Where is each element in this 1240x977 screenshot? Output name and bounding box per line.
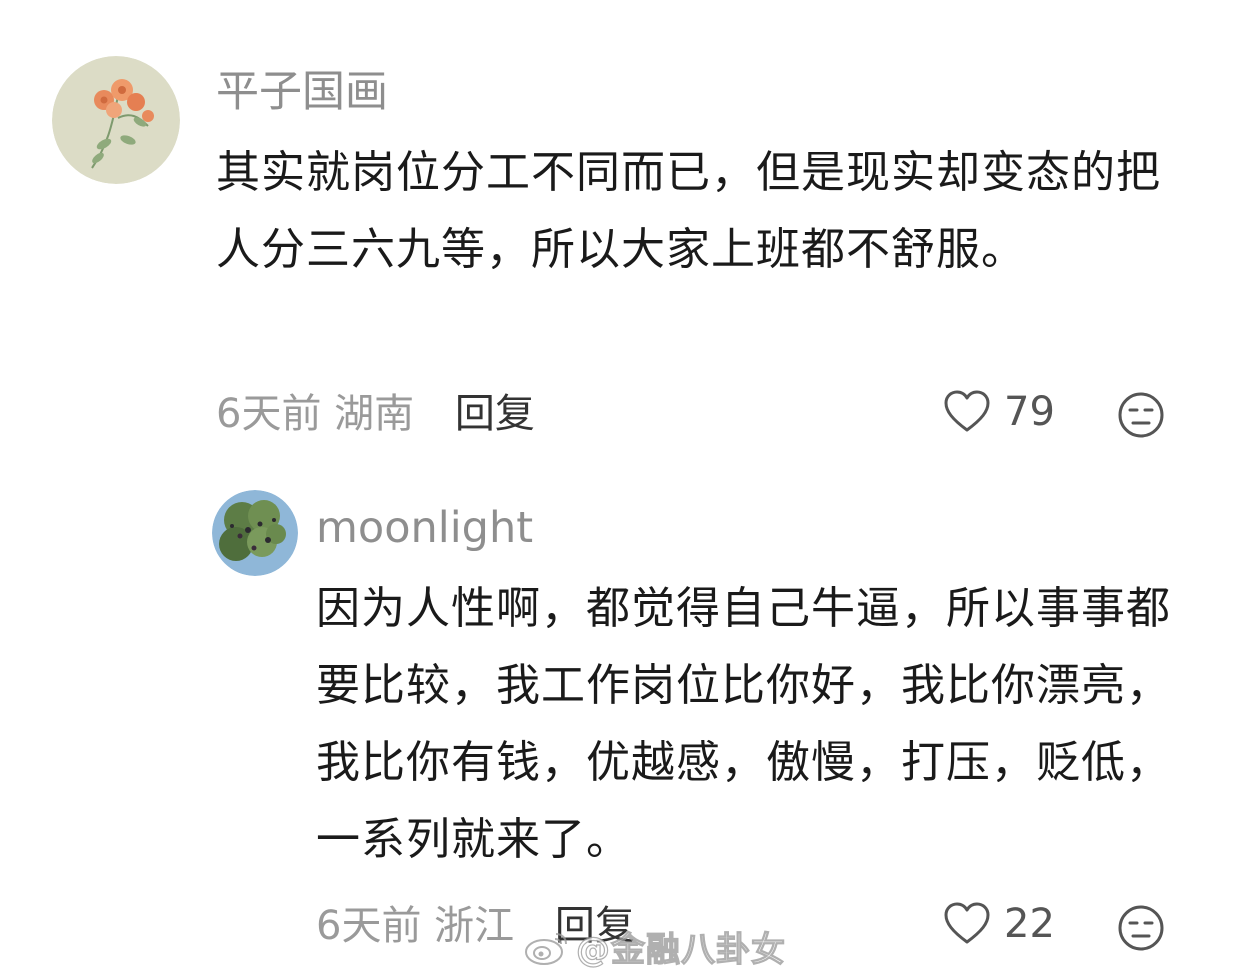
- dislike-button[interactable]: [1116, 390, 1166, 440]
- tree-photo-avatar: [212, 490, 298, 576]
- dislike-button[interactable]: [1116, 903, 1166, 953]
- comment-region: 浙江: [434, 903, 515, 949]
- neutral-face-icon: [1118, 905, 1164, 951]
- comment-meta: 6天前 湖南 回复: [216, 388, 535, 440]
- like-button[interactable]: 79: [942, 386, 1055, 438]
- like-count: 22: [1004, 901, 1055, 947]
- username[interactable]: 平子国画: [216, 64, 388, 120]
- watermark-text: @金融八卦女: [575, 929, 786, 970]
- avatar[interactable]: [52, 56, 180, 184]
- flower-painting-avatar: [52, 56, 180, 184]
- like-count: 79: [1004, 389, 1055, 435]
- reply-button[interactable]: 回复: [455, 391, 535, 437]
- comment-region: 湖南: [334, 391, 415, 437]
- weibo-logo-icon: [525, 932, 567, 965]
- neutral-face-icon: [1118, 392, 1164, 438]
- watermark: @金融八卦女: [522, 922, 786, 971]
- comment-text: 因为人性啊，都觉得自己牛逼，所以事事都要比较，我工作岗位比你好，我比你漂亮，我比…: [316, 583, 1171, 865]
- comment-time: 6天前: [216, 391, 322, 437]
- heart-outline-icon: [944, 390, 990, 432]
- username[interactable]: moonlight: [316, 500, 533, 556]
- avatar[interactable]: [212, 490, 298, 576]
- heart-outline-icon: [944, 902, 990, 944]
- comment-time: 6天前: [316, 903, 422, 949]
- like-button[interactable]: 22: [942, 898, 1055, 950]
- comment-text: 其实就岗位分工不同而已，但是现实却变态的把人分三六九等，所以大家上班都不舒服。: [216, 147, 1161, 275]
